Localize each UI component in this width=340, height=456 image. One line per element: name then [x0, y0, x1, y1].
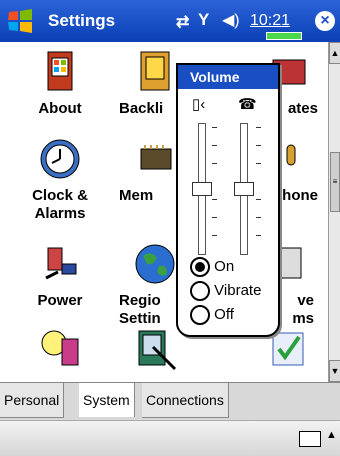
- title-bar: Settings ⇄ Y ◀) 10:21 ×: [0, 0, 340, 42]
- device-volume-icon: ▯‹: [192, 96, 206, 113]
- lightbulb-phone-icon: [38, 327, 82, 371]
- radio-off[interactable]: Off: [190, 305, 234, 327]
- clock-alarms-label: Clock & Alarms: [32, 187, 88, 222]
- screen-item[interactable]: [10, 327, 110, 377]
- battery-icon: [266, 32, 302, 40]
- window-title: Settings: [48, 11, 116, 30]
- volume-popup-title: Volume: [178, 65, 278, 89]
- scroll-up-button[interactable]: ▲: [329, 42, 340, 64]
- globe-icon: [133, 242, 177, 286]
- scrollbar[interactable]: ▲ ≡ ▼: [328, 42, 340, 382]
- about-label: About: [38, 100, 82, 117]
- windows-start-icon[interactable]: [6, 8, 36, 34]
- stylus-icon: [133, 327, 177, 371]
- tab-connections[interactable]: Connections: [142, 383, 229, 418]
- signal-off-icon[interactable]: Y: [198, 10, 209, 30]
- input-panel-arrow-icon[interactable]: ▲: [326, 429, 337, 441]
- tab-bar: Personal System Connections: [0, 382, 340, 421]
- radio-on[interactable]: On: [190, 257, 234, 279]
- system-volume-thumb[interactable]: [192, 182, 212, 196]
- keyboard-icon[interactable]: [299, 431, 321, 447]
- tab-system[interactable]: System: [79, 383, 135, 417]
- radio-vibrate-circle[interactable]: [190, 281, 210, 301]
- clock[interactable]: 10:21: [250, 12, 290, 30]
- about-item[interactable]: About: [10, 50, 110, 118]
- radio-vibrate-label: Vibrate: [214, 281, 262, 299]
- power-plug-icon: [38, 242, 82, 286]
- volume-popup: Volume ▯‹ ☎ On Vibrate Off: [176, 63, 280, 337]
- radio-on-label: On: [214, 257, 235, 275]
- power-item[interactable]: Power: [10, 242, 110, 310]
- phone-ringer-icon: ☎: [238, 96, 257, 113]
- ringer-volume-thumb[interactable]: [234, 182, 254, 196]
- clock-icon: [38, 137, 82, 181]
- connectivity-icon[interactable]: ⇄: [176, 12, 189, 32]
- about-icon: [38, 50, 82, 94]
- radio-vibrate[interactable]: Vibrate: [190, 281, 261, 303]
- radio-off-circle[interactable]: [190, 305, 210, 325]
- scroll-down-button[interactable]: ▼: [329, 360, 340, 382]
- speaker-icon[interactable]: ◀): [222, 10, 240, 30]
- radio-on-circle[interactable]: [190, 257, 210, 277]
- clock-alarms-item[interactable]: Clock & Alarms: [10, 137, 110, 223]
- scroll-thumb[interactable]: ≡: [330, 152, 340, 212]
- close-button[interactable]: ×: [315, 11, 335, 31]
- power-label: Power: [37, 292, 83, 309]
- memory-chip-icon: [133, 137, 177, 181]
- menu-bar: ▲: [0, 420, 340, 456]
- radio-off-label: Off: [214, 305, 234, 323]
- backlight-icon: [133, 50, 177, 94]
- tab-personal[interactable]: Personal: [0, 383, 65, 418]
